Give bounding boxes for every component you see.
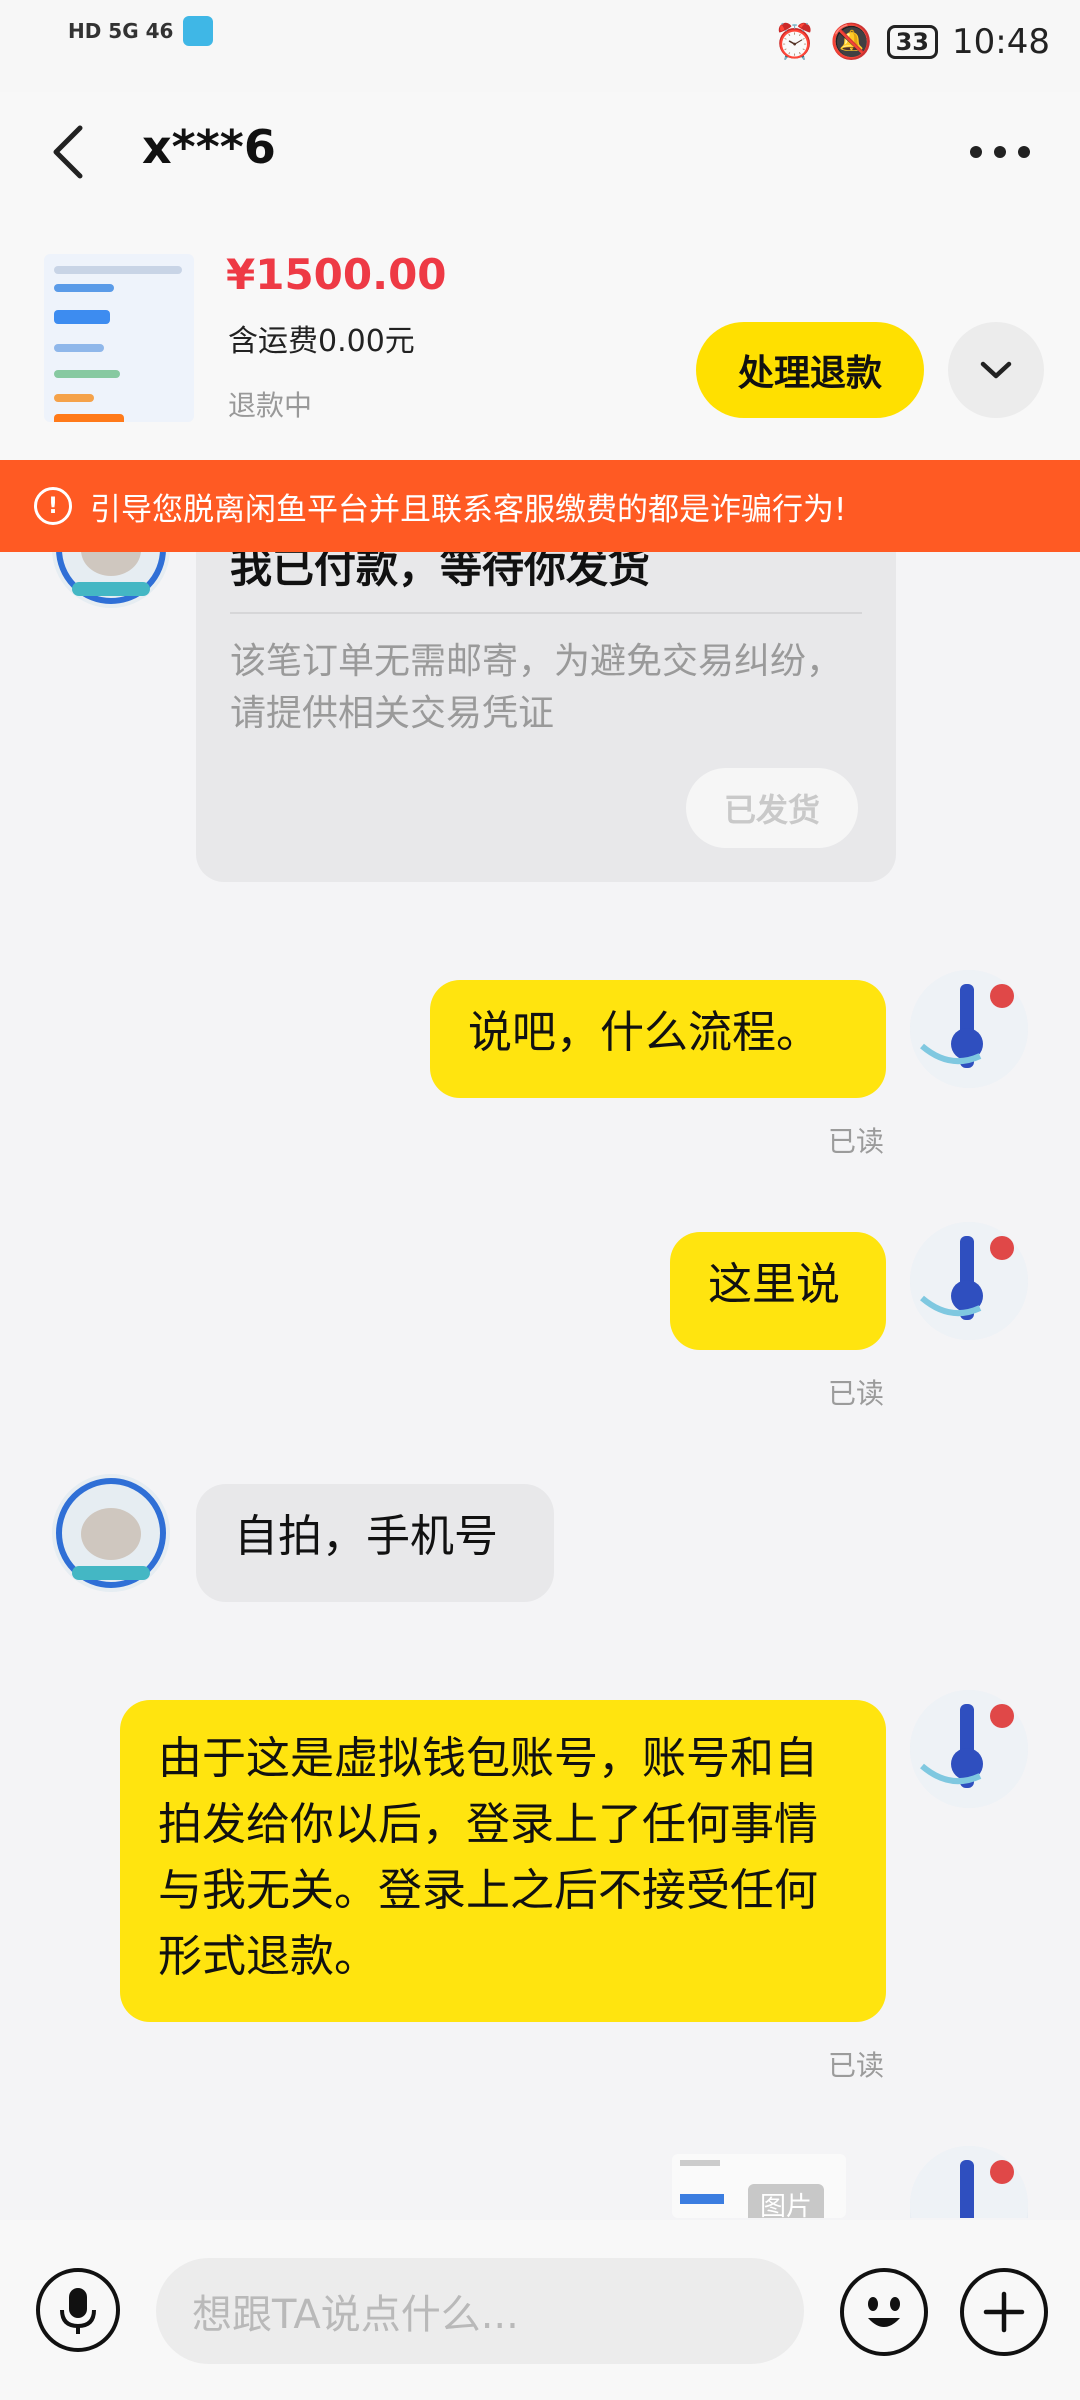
order-card-description: 该笔订单无需邮寄，为避免交易纠纷，请提供相关交易凭证 — [230, 641, 843, 734]
message-input[interactable]: 想跟TA说点什么... — [156, 2258, 804, 2364]
product-price: ¥1500.00 — [226, 250, 447, 299]
clock: 10:48 — [952, 22, 1050, 62]
order-status: 退款中 — [228, 389, 313, 422]
image-label: 图片 — [747, 2184, 824, 2218]
signal-indicators: HD 5G 46 — [68, 16, 214, 46]
read-receipt: 已读 — [828, 2049, 885, 2082]
read-receipt: 已读 — [828, 1125, 885, 1158]
chat-title: x***6 — [142, 120, 276, 174]
input-bar: 想跟TA说点什么... — [0, 2220, 1080, 2400]
divider — [230, 612, 862, 614]
mute-icon: 🔕 — [830, 22, 873, 62]
add-icon[interactable] — [960, 2268, 1048, 2356]
alarm-icon: ⏰ — [773, 22, 817, 62]
system-indicators: ⏰ 🔕 33 10:48 — [774, 22, 1050, 62]
emoji-icon[interactable] — [840, 2268, 928, 2356]
message-bubble[interactable]: 说吧，什么流程。 — [430, 980, 886, 1098]
my-avatar[interactable] — [910, 1690, 1028, 1808]
my-avatar[interactable] — [910, 1222, 1028, 1340]
warning-text: 引导您脱离闲鱼平台并且联系客服缴费的都是诈骗行为! — [90, 491, 847, 528]
book-app-icon — [183, 16, 214, 46]
shipped-button[interactable]: 已发货 — [686, 768, 858, 848]
microphone-icon[interactable] — [36, 2268, 120, 2352]
order-status-card: 我已付款，等待你发货 该笔订单无需邮寄，为避免交易纠纷，请提供相关交易凭证 已发… — [196, 496, 896, 882]
signal-label: HD 5G 46 — [68, 19, 174, 43]
chat-header: x***6 — [0, 92, 1080, 212]
seller-avatar[interactable] — [52, 1474, 170, 1592]
warning-icon: ! — [34, 487, 72, 525]
my-avatar[interactable] — [910, 970, 1028, 1088]
shipping-fee: 含运费0.00元 — [228, 324, 415, 359]
fraud-warning-banner: ! 引导您脱离闲鱼平台并且联系客服缴费的都是诈骗行为! — [0, 460, 1080, 552]
chevron-down-icon[interactable] — [948, 322, 1044, 418]
message-bubble[interactable]: 由于这是虚拟钱包账号，账号和自拍发给你以后，登录上了任何事情与我无关。登录上之后… — [120, 1700, 886, 2022]
status-bar: HD 5G 46 ⏰ 🔕 33 10:48 — [0, 0, 1080, 92]
message-bubble[interactable]: 这里说 — [670, 1232, 886, 1350]
product-thumbnail[interactable] — [44, 254, 194, 422]
read-receipt: 已读 — [828, 1377, 885, 1410]
handle-refund-button[interactable]: 处理退款 — [696, 322, 924, 418]
more-options-icon[interactable] — [968, 122, 1032, 173]
product-card: ¥1500.00 含运费0.00元 退款中 处理退款 — [0, 212, 1080, 460]
back-icon[interactable] — [48, 122, 88, 197]
message-bubble[interactable]: 自拍，手机号 — [196, 1484, 554, 1602]
battery-indicator: 33 — [886, 25, 939, 59]
image-message[interactable]: 图片 — [672, 2154, 846, 2218]
